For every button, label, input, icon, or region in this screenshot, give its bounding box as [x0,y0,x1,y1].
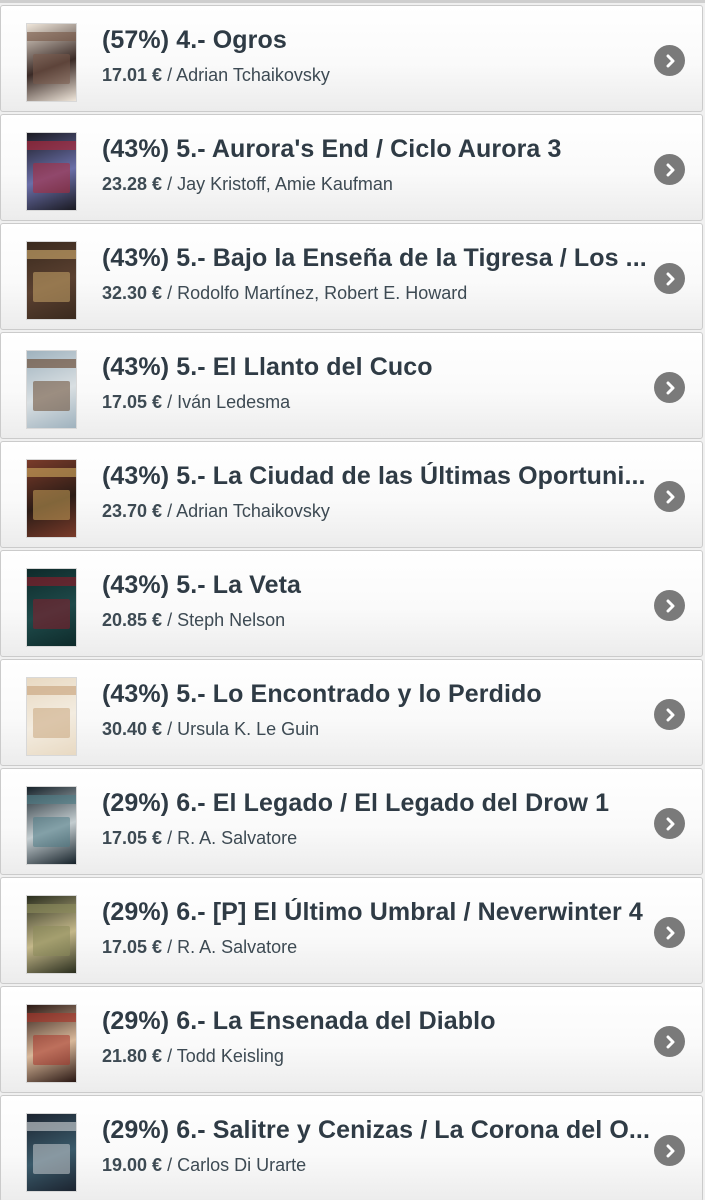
list-item[interactable]: (43%) 5.- La Veta 20.85 € / Steph Nelson [0,550,703,657]
list-item[interactable]: (43%) 5.- Lo Encontrado y lo Perdido 30.… [0,659,703,766]
book-meta: 23.28 € / Jay Kristoff, Amie Kaufman [102,174,393,195]
book-price: 21.80 € [102,1046,163,1066]
separator: / [167,828,173,848]
list-item[interactable]: (43%) 5.- La Ciudad de las Últimas Oport… [0,441,703,548]
book-meta: 17.05 € / R. A. Salvatore [102,828,297,849]
separator: / [167,610,173,630]
book-price: 17.05 € [102,937,163,957]
book-price: 17.05 € [102,828,163,848]
book-authors: Adrian Tchaikovsky [176,501,330,521]
chevron-right-circle-icon[interactable] [654,808,685,839]
list-item[interactable]: (57%) 4.- Ogros 17.01 € / Adrian Tchaiko… [0,5,703,112]
chevron-right-circle-icon[interactable] [654,481,685,512]
book-meta: 17.01 € / Adrian Tchaikovsky [102,65,330,86]
list-item[interactable]: (43%) 5.- El Llanto del Cuco 17.05 € / I… [0,332,703,439]
book-price: 23.70 € [102,501,163,521]
book-price: 17.01 € [102,65,163,85]
list-item[interactable]: (29%) 6.- El Legado / El Legado del Drow… [0,768,703,875]
book-title: (43%) 5.- La Ciudad de las Últimas Oport… [102,462,646,490]
book-price: 20.85 € [102,610,163,630]
book-meta: 19.00 € / Carlos Di Urarte [102,1155,306,1176]
book-cover-image [26,1113,77,1192]
book-meta: 32.30 € / Rodolfo Martínez, Robert E. Ho… [102,283,467,304]
book-meta: 20.85 € / Steph Nelson [102,610,285,631]
book-title: (29%) 6.- La Ensenada del Diablo [102,1007,496,1035]
book-cover-image [26,459,77,538]
book-price: 30.40 € [102,719,163,739]
book-title: (57%) 4.- Ogros [102,26,287,54]
separator: / [167,719,173,739]
book-meta: 17.05 € / R. A. Salvatore [102,937,297,958]
book-title: (43%) 5.- Lo Encontrado y lo Perdido [102,680,542,708]
chevron-right-circle-icon[interactable] [654,372,685,403]
book-price: 17.05 € [102,392,163,412]
book-authors: Carlos Di Urarte [177,1155,307,1175]
book-price: 19.00 € [102,1155,163,1175]
book-meta: 30.40 € / Ursula K. Le Guin [102,719,319,740]
list-item[interactable]: (43%) 5.- Aurora's End / Ciclo Aurora 3 … [0,114,703,221]
chevron-right-circle-icon[interactable] [654,45,685,76]
book-meta: 17.05 € / Iván Ledesma [102,392,290,413]
book-meta: 21.80 € / Todd Keisling [102,1046,284,1067]
separator: / [167,65,173,85]
book-authors: Adrian Tchaikovsky [176,65,330,85]
book-cover-image [26,895,77,974]
chevron-right-circle-icon[interactable] [654,1026,685,1057]
separator: / [167,174,173,194]
book-authors: Ursula K. Le Guin [177,719,320,739]
book-cover-image [26,132,77,211]
book-cover-image [26,1004,77,1083]
book-cover-image [26,350,77,429]
separator: / [167,501,173,521]
book-cover-image [26,568,77,647]
book-cover-image [26,23,77,102]
book-authors: Rodolfo Martínez, Robert E. Howard [177,283,468,303]
book-cover-image [26,786,77,865]
book-title: (43%) 5.- La Veta [102,571,302,599]
book-title: (29%) 6.- Salitre y Cenizas / La Corona … [102,1116,651,1144]
book-authors: Steph Nelson [177,610,286,630]
book-authors: R. A. Salvatore [177,937,298,957]
book-authors: Iván Ledesma [177,392,291,412]
book-price: 23.28 € [102,174,163,194]
book-cover-image [26,677,77,756]
chevron-right-circle-icon[interactable] [654,154,685,185]
list-item[interactable]: (43%) 5.- Bajo la Enseña de la Tigresa /… [0,223,703,330]
chevron-right-circle-icon[interactable] [654,263,685,294]
book-price: 32.30 € [102,283,163,303]
book-title: (43%) 5.- Aurora's End / Ciclo Aurora 3 [102,135,562,163]
separator: / [167,1046,173,1066]
book-authors: R. A. Salvatore [177,828,298,848]
book-title: (43%) 5.- El Llanto del Cuco [102,353,433,381]
book-authors: Todd Keisling [176,1046,284,1066]
book-authors: Jay Kristoff, Amie Kaufman [177,174,393,194]
book-meta: 23.70 € / Adrian Tchaikovsky [102,501,330,522]
chevron-right-circle-icon[interactable] [654,590,685,621]
book-title: (43%) 5.- Bajo la Enseña de la Tigresa /… [102,244,647,272]
chevron-right-circle-icon[interactable] [654,699,685,730]
list-item[interactable]: (29%) 6.- La Ensenada del Diablo 21.80 €… [0,986,703,1093]
list-item[interactable]: (29%) 6.- [P] El Último Umbral / Neverwi… [0,877,703,984]
separator: / [167,937,173,957]
book-title: (29%) 6.- [P] El Último Umbral / Neverwi… [102,898,643,926]
separator: / [167,1155,173,1175]
book-list: (57%) 4.- Ogros 17.01 € / Adrian Tchaiko… [0,0,705,1200]
list-item[interactable]: (29%) 6.- Salitre y Cenizas / La Corona … [0,1095,703,1200]
chevron-right-circle-icon[interactable] [654,917,685,948]
book-cover-image [26,241,77,320]
separator: / [167,392,173,412]
separator: / [167,283,173,303]
book-title: (29%) 6.- El Legado / El Legado del Drow… [102,789,610,817]
chevron-right-circle-icon[interactable] [654,1135,685,1166]
